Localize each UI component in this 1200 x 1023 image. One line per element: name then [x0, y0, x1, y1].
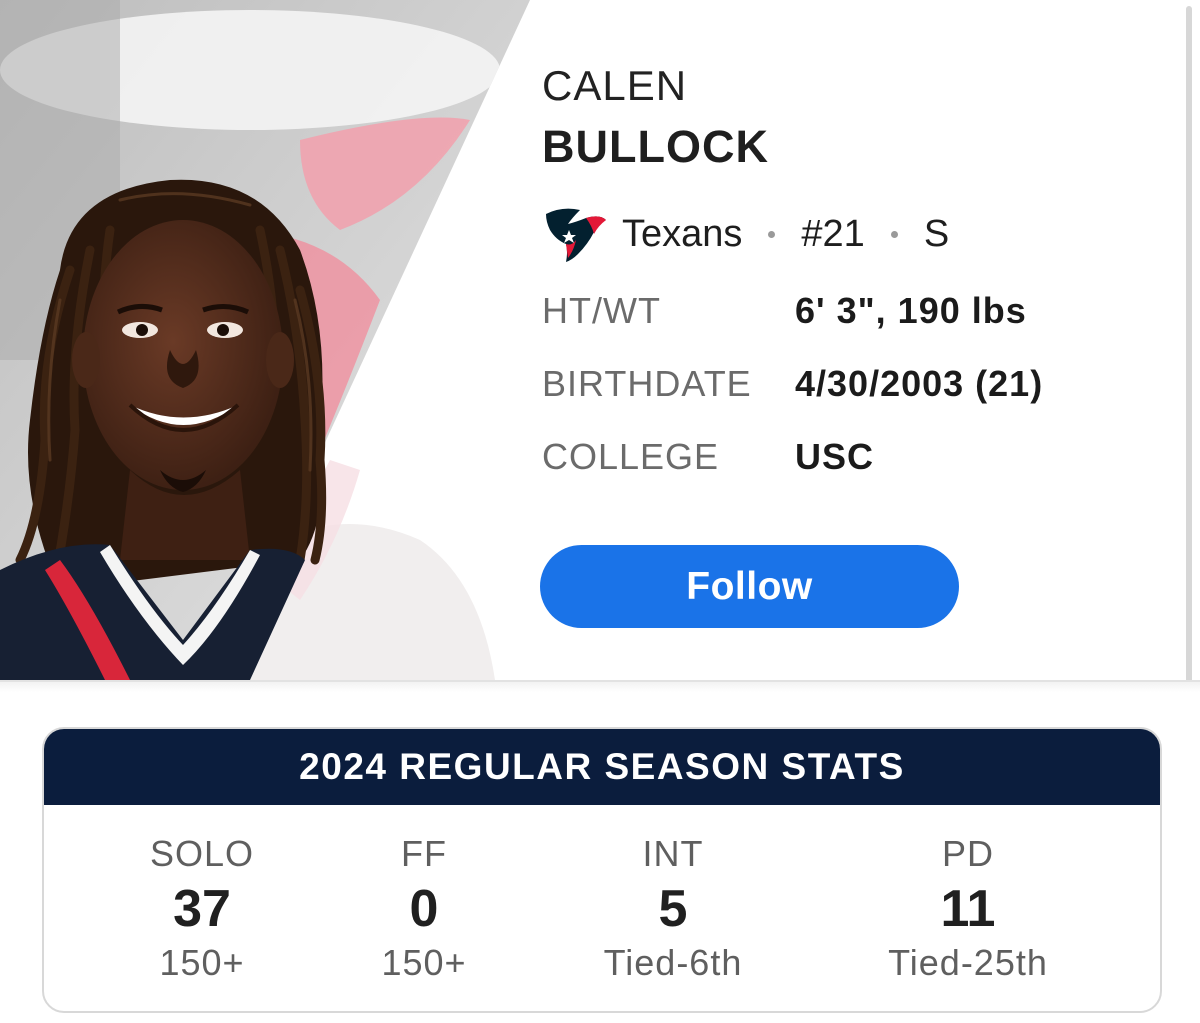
stat-value: 5: [658, 880, 688, 938]
stat-ff: FF 0 150+: [294, 831, 554, 985]
stat-rank: Tied-6th: [603, 942, 743, 983]
attribute-label: HT/WT: [542, 289, 661, 331]
separator-dot: [768, 230, 776, 238]
stat-label: SOLO: [149, 833, 255, 874]
player-last-name: BULLOCK: [542, 121, 769, 172]
stat-label: INT: [642, 833, 704, 874]
player-attributes: HT/WT 6' 3", 190 lbs BIRTHDATE 4/30/2003…: [542, 274, 1162, 493]
stats-card-title: 2024 REGULAR SEASON STATS: [44, 729, 1160, 805]
section-divider-shadow: [0, 682, 1200, 692]
stat-value: 0: [409, 880, 439, 938]
stat-pd: PD 11 Tied-25th: [838, 831, 1098, 985]
attribute-value: 4/30/2003 (21): [795, 362, 1044, 404]
stat-solo: SOLO 37 150+: [72, 831, 332, 985]
player-header-card: CALEN BULLOCK Texans #21 S HT/WT 6' 3", …: [0, 0, 1200, 680]
follow-button[interactable]: Follow: [540, 545, 959, 628]
stat-label: PD: [941, 833, 994, 874]
player-profile-page: CALEN BULLOCK Texans #21 S HT/WT 6' 3", …: [0, 0, 1200, 1023]
attribute-row-birthdate: BIRTHDATE 4/30/2003 (21): [542, 347, 1162, 420]
player-headshot: [0, 0, 540, 680]
attribute-label: COLLEGE: [542, 435, 720, 477]
player-info: CALEN BULLOCK Texans #21 S HT/WT 6' 3", …: [542, 60, 1162, 493]
attribute-value: 6' 3", 190 lbs: [795, 289, 1027, 331]
stats-row: SOLO 37 150+ FF 0 150+ INT 5 Tied-6th PD…: [44, 805, 1160, 1011]
team-row: Texans #21 S: [542, 204, 1162, 264]
season-stats-card[interactable]: 2024 REGULAR SEASON STATS SOLO 37 150+ F…: [42, 727, 1162, 1013]
stat-label: FF: [401, 833, 447, 874]
separator-dot: [890, 230, 898, 238]
player-position: S: [923, 212, 950, 255]
stat-value: 11: [940, 880, 996, 938]
attribute-row-height-weight: HT/WT 6' 3", 190 lbs: [542, 274, 1162, 347]
scrollbar[interactable]: [1186, 6, 1192, 680]
stat-rank: 150+: [159, 942, 245, 983]
stat-rank: 150+: [381, 942, 467, 983]
stat-int: INT 5 Tied-6th: [543, 831, 803, 985]
jersey-number: #21: [801, 212, 865, 255]
player-first-name: CALEN: [542, 62, 688, 109]
team-name[interactable]: Texans: [622, 213, 742, 256]
texans-logo-icon[interactable]: [542, 204, 608, 264]
stat-rank: Tied-25th: [888, 942, 1048, 983]
stat-value: 37: [173, 880, 231, 938]
attribute-label: BIRTHDATE: [542, 362, 752, 404]
attribute-row-college: COLLEGE USC: [542, 420, 1162, 493]
attribute-value: USC: [795, 435, 875, 477]
